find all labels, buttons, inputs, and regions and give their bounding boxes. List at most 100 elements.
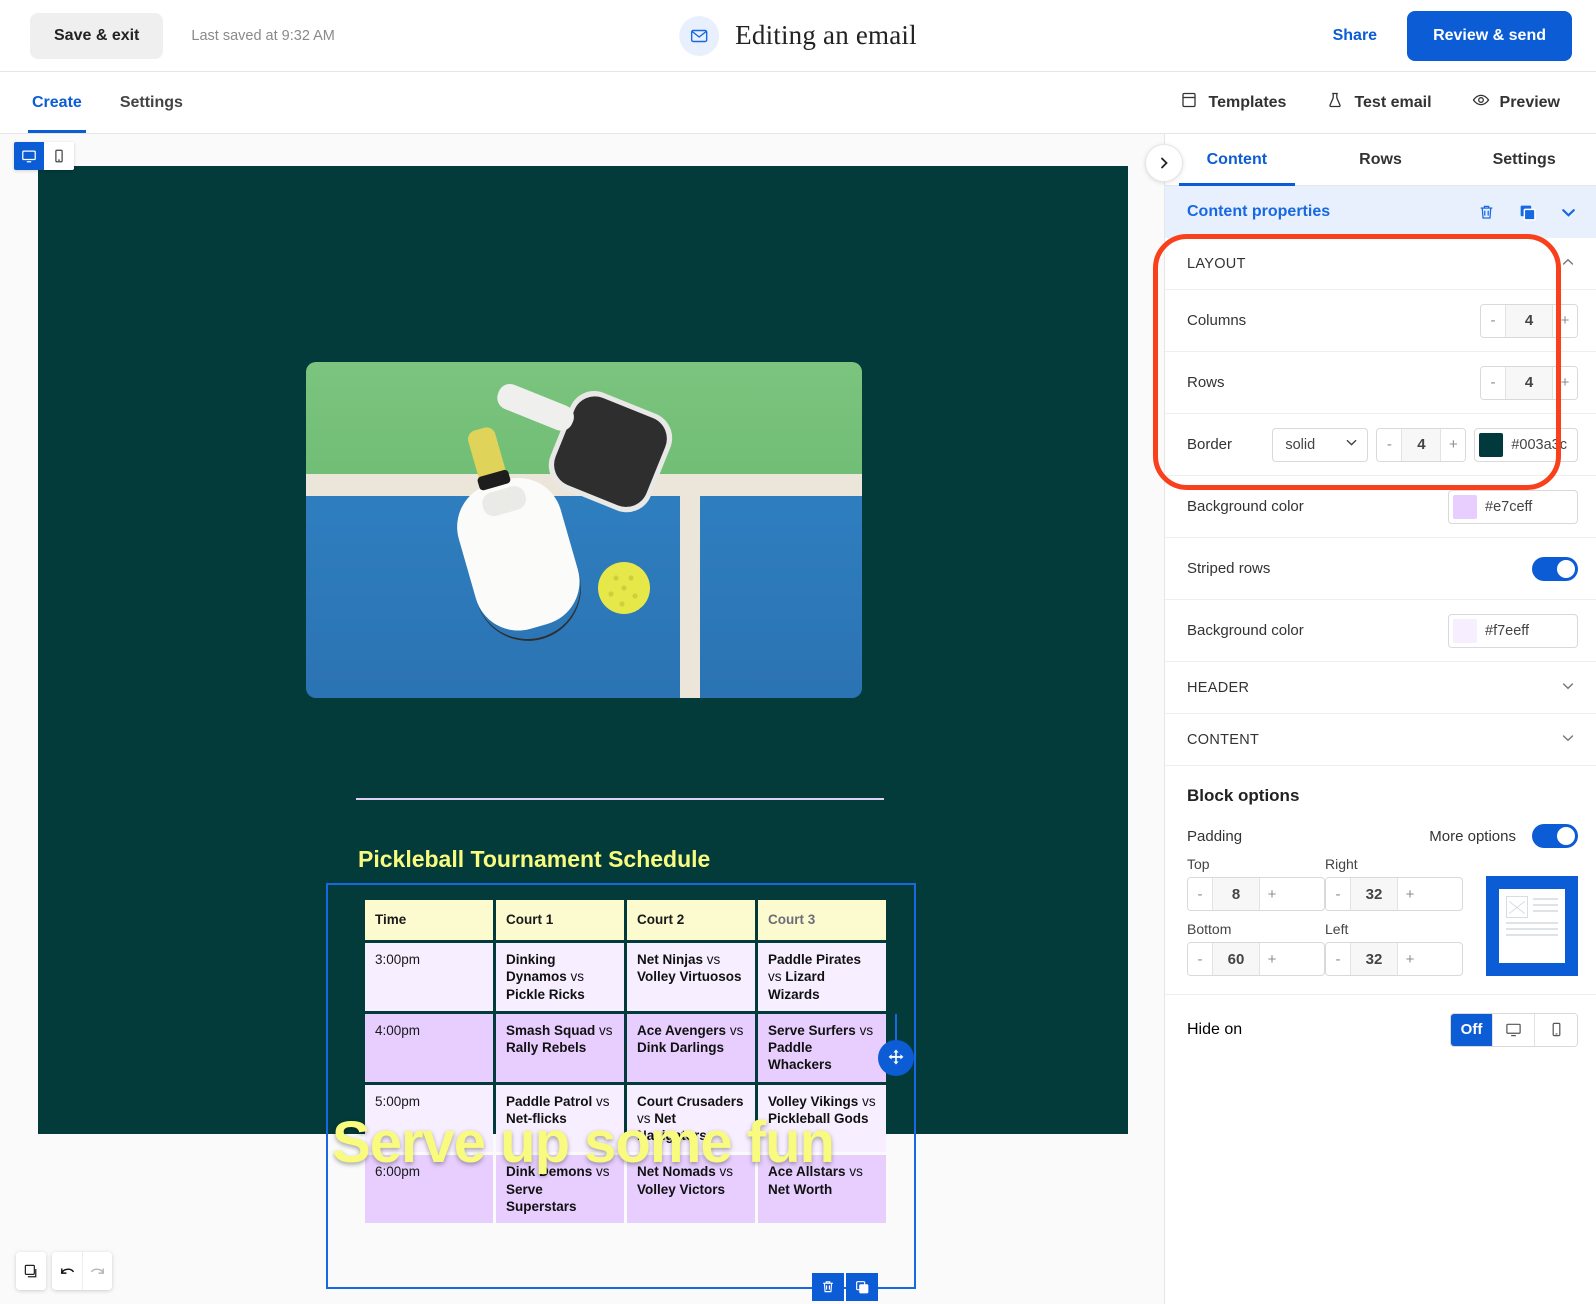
padding-right-stepper: - 32 + [1325,877,1463,911]
padding-header: Padding More options [1165,808,1596,852]
striped-rows-toggle[interactable] [1532,556,1578,581]
panel-tab-rows[interactable]: Rows [1309,134,1453,185]
background-color-swatch[interactable] [1453,494,1477,519]
schedule-heading[interactable]: Pickleball Tournament Schedule [358,846,710,873]
border-width-plus-button[interactable]: + [1441,428,1466,461]
section-content-label: CONTENT [1187,731,1260,748]
padding-bottom-value[interactable]: 60 [1212,943,1260,975]
cell-court2: Net Ninjas vs Volley Virtuosos [627,943,755,1011]
padding-bottom-plus-button[interactable]: + [1260,943,1284,975]
padding-left-value[interactable]: 32 [1350,943,1398,975]
rows-minus-button[interactable]: - [1481,366,1505,399]
canvas-bottom-tools [16,1252,112,1290]
padding-top-plus-button[interactable]: + [1260,878,1284,910]
email-body[interactable]: Serve up some fun Pickleball Tournament … [38,166,1128,1289]
rows-value[interactable]: 4 [1505,366,1553,399]
border-controls: solid - 4 + #003a3c [1272,427,1578,462]
table-header-court1: Court 1 [496,900,624,940]
trash-icon[interactable] [812,1273,844,1301]
page-title-text: Editing an email [735,20,917,50]
save-and-exit-button[interactable]: Save & exit [30,12,164,59]
table-row[interactable]: 4:00pm Smash Squad vs Rally Rebels Ace A… [365,1013,886,1082]
padding-left-minus-button[interactable]: - [1326,943,1350,975]
sub-bar: Create Settings Templates Test email Pre… [0,72,1596,134]
padding-top-label: Top [1187,856,1210,872]
columns-value[interactable]: 4 [1505,304,1553,337]
table-header-court2: Court 2 [627,900,755,940]
content-properties-label: Content properties [1187,203,1331,220]
chevron-up-icon[interactable] [1560,254,1576,274]
striped-background-color-label: Background color [1187,622,1304,639]
columns-minus-button[interactable]: - [1481,304,1505,337]
schedule-table[interactable]: Time Court 1 Court 2 Court 3 3:00pm Dink… [362,897,889,1226]
border-style-value: solid [1285,436,1316,453]
border-style-select[interactable]: solid [1272,427,1369,462]
hide-on-desktop-button[interactable] [1493,1013,1535,1046]
chevron-down-icon[interactable] [1560,678,1576,698]
panel-tab-content[interactable]: Content [1165,134,1309,186]
cell-court1: Smash Squad vs Rally Rebels [496,1013,624,1082]
border-width-stepper: - 4 + [1376,427,1467,462]
padding-left-cell: Left - 32 + [1325,921,1463,976]
padding-left-plus-button[interactable]: + [1398,943,1422,975]
duplicate-icon[interactable] [1518,203,1537,222]
undo-icon[interactable] [52,1252,82,1290]
hero-image[interactable] [306,362,862,698]
templates-button[interactable]: Templates [1180,91,1286,114]
test-email-button[interactable]: Test email [1326,91,1432,114]
review-and-send-button[interactable]: Review & send [1407,10,1572,61]
striped-background-color-field[interactable]: #f7eeff [1448,613,1578,648]
last-saved-status: Last saved at 9:32 AM [191,27,335,44]
chevron-down-icon[interactable] [1559,203,1578,222]
cell-time: 4:00pm [365,1013,493,1082]
rows-plus-button[interactable]: + [1553,366,1577,399]
content-properties-actions [1477,203,1578,222]
hero-headline[interactable]: Serve up some fun [38,1109,1128,1176]
border-width-minus-button[interactable]: - [1377,428,1402,461]
striped-background-color-value: #f7eeff [1485,622,1530,639]
table-row[interactable]: 3:00pm Dinking Dynamos vs Pickle Ricks N… [365,943,886,1011]
flask-icon [1326,91,1344,114]
templates-icon [1180,91,1198,114]
section-content-header[interactable]: CONTENT [1165,714,1596,766]
chevron-right-icon[interactable] [1145,144,1183,182]
device-desktop-button[interactable] [14,142,44,170]
background-color-field[interactable]: #e7ceff [1448,489,1578,524]
padding-left-label: Left [1325,921,1349,937]
layers-icon[interactable] [16,1252,46,1290]
columns-plus-button[interactable]: + [1553,304,1577,337]
striped-background-color-swatch[interactable] [1453,618,1477,643]
trash-icon[interactable] [1477,203,1496,222]
table-header-time: Time [365,900,493,940]
padding-top-minus-button[interactable]: - [1188,878,1212,910]
redo-icon[interactable] [82,1252,112,1290]
border-width-value[interactable]: 4 [1401,428,1442,461]
padding-bottom-minus-button[interactable]: - [1188,943,1212,975]
duplicate-icon[interactable] [846,1273,878,1301]
padding-right-minus-button[interactable]: - [1326,878,1350,910]
preview-button[interactable]: Preview [1472,91,1560,114]
tab-create[interactable]: Create [28,72,86,133]
eye-icon [1472,91,1490,114]
tab-settings[interactable]: Settings [120,72,183,133]
border-color-swatch[interactable] [1479,432,1504,457]
border-color-field[interactable]: #003a3c [1474,427,1578,462]
share-button[interactable]: Share [1333,27,1377,45]
padding-label: Padding [1187,827,1243,845]
move-icon[interactable] [878,1040,914,1076]
padding-top-value[interactable]: 8 [1212,878,1260,910]
hide-on-row: Hide on Off [1165,994,1596,1064]
divider [356,798,884,800]
panel-tab-settings[interactable]: Settings [1452,134,1596,185]
device-mobile-button[interactable] [44,142,74,170]
section-layout-header[interactable]: LAYOUT [1165,238,1596,290]
padding-right-plus-button[interactable]: + [1398,878,1422,910]
chevron-down-icon[interactable] [1560,730,1576,750]
hide-on-mobile-button[interactable] [1535,1013,1577,1046]
hide-on-off-button[interactable]: Off [1451,1013,1493,1046]
more-options-toggle[interactable] [1532,824,1578,848]
padding-grid: Top - 8 + Right - 32 + Bottom - 60 + Lef… [1165,852,1596,994]
columns-row: Columns - 4 + [1165,290,1596,352]
padding-right-value[interactable]: 32 [1350,878,1398,910]
section-header-header[interactable]: HEADER [1165,662,1596,714]
